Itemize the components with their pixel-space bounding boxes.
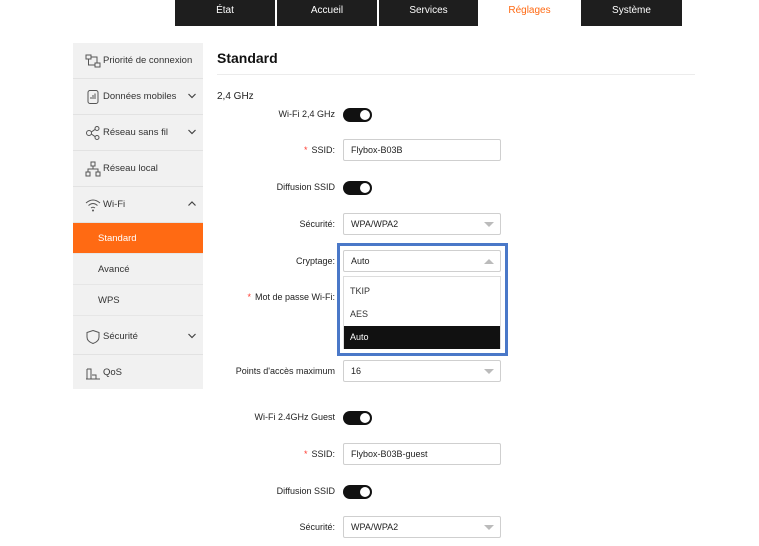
focus-highlight-frame [337,243,508,356]
max-ap-select[interactable]: 16 [343,360,501,382]
security-select[interactable]: WPA/WPA2 [343,213,501,235]
tab-services[interactable]: Services [379,0,478,26]
sidebar-item-wifi[interactable]: Wi-Fi [73,187,203,223]
sidebar-item-qos[interactable]: QoS [73,355,203,391]
connection-priority-icon [85,54,101,68]
ssid-label: * SSID: [303,145,335,155]
encryption-label: Cryptage: [295,256,335,266]
sidebar-item-local-network[interactable]: Réseau local [73,151,203,187]
local-network-icon [85,161,101,177]
sidebar-item-label: Wi-Fi [103,199,126,210]
wifi-password-label: * Mot de passe Wi-Fi: [247,292,335,302]
tab-accueil[interactable]: Accueil [277,0,377,26]
sidebar-item-label: Priorité de connexion [103,55,193,66]
guest-wifi-label: Wi-Fi 2.4GHz Guest [254,412,335,422]
guest-ssid-input[interactable]: Flybox-B03B-guest [343,443,501,465]
ssid-broadcast-label: Diffusion SSID [276,182,335,192]
sidebar-subitem-avance[interactable]: Avancé [73,254,203,285]
sidebar-subitem-wps[interactable]: WPS [73,285,203,316]
top-navigation: État Accueil Services Réglages Système [0,0,759,26]
wifi24-label: Wi-Fi 2,4 GHz [278,109,335,119]
chevron-down-icon [188,93,196,99]
sidebar-item-label: Réseau local [103,163,158,174]
guest-security-select[interactable]: WPA/WPA2 [343,516,501,538]
tab-reglages[interactable]: Réglages [480,0,579,26]
guest-security-label: Sécurité: [299,522,335,532]
guest-ssid-broadcast-label: Diffusion SSID [276,486,335,496]
section-heading-24ghz: 2,4 GHz [217,91,254,102]
sidebar-item-label: Sécurité [103,331,138,342]
ssid-input[interactable]: Flybox-B03B [343,139,501,161]
sidebar-item-label: Réseau sans fil [103,127,168,138]
shield-icon [86,329,100,345]
page-title: Standard [217,50,278,66]
chevron-down-icon [188,333,196,339]
sidebar: Priorité de connexion Données mobiles Ré… [73,43,203,389]
sidebar-item-label: Données mobiles [103,91,177,102]
title-divider [217,74,695,75]
guest-wifi-toggle[interactable] [343,411,372,425]
security-label: Sécurité: [299,219,335,229]
sidebar-item-wireless-network[interactable]: Réseau sans fil [73,115,203,151]
wireless-network-icon [86,126,100,140]
guest-ssid-label: * SSID: [303,449,335,459]
mobile-data-icon [87,90,99,104]
tab-systeme[interactable]: Système [581,0,682,26]
chevron-down-icon [188,129,196,135]
chevron-up-icon [188,201,196,206]
sidebar-subitem-standard[interactable]: Standard [73,223,203,254]
qos-icon [86,368,100,380]
ssid-broadcast-toggle[interactable] [343,181,372,195]
sidebar-item-mobile-data[interactable]: Données mobiles [73,79,203,115]
sidebar-item-security[interactable]: Sécurité [73,319,203,355]
max-ap-label: Points d'accès maximum [235,366,335,376]
sidebar-item-label: QoS [103,367,123,378]
sidebar-item-connection-priority[interactable]: Priorité de connexion [73,43,203,79]
guest-ssid-broadcast-toggle[interactable] [343,485,372,499]
wifi-icon [85,199,101,212]
tab-etat[interactable]: État [175,0,275,26]
wifi24-toggle[interactable] [343,108,372,122]
